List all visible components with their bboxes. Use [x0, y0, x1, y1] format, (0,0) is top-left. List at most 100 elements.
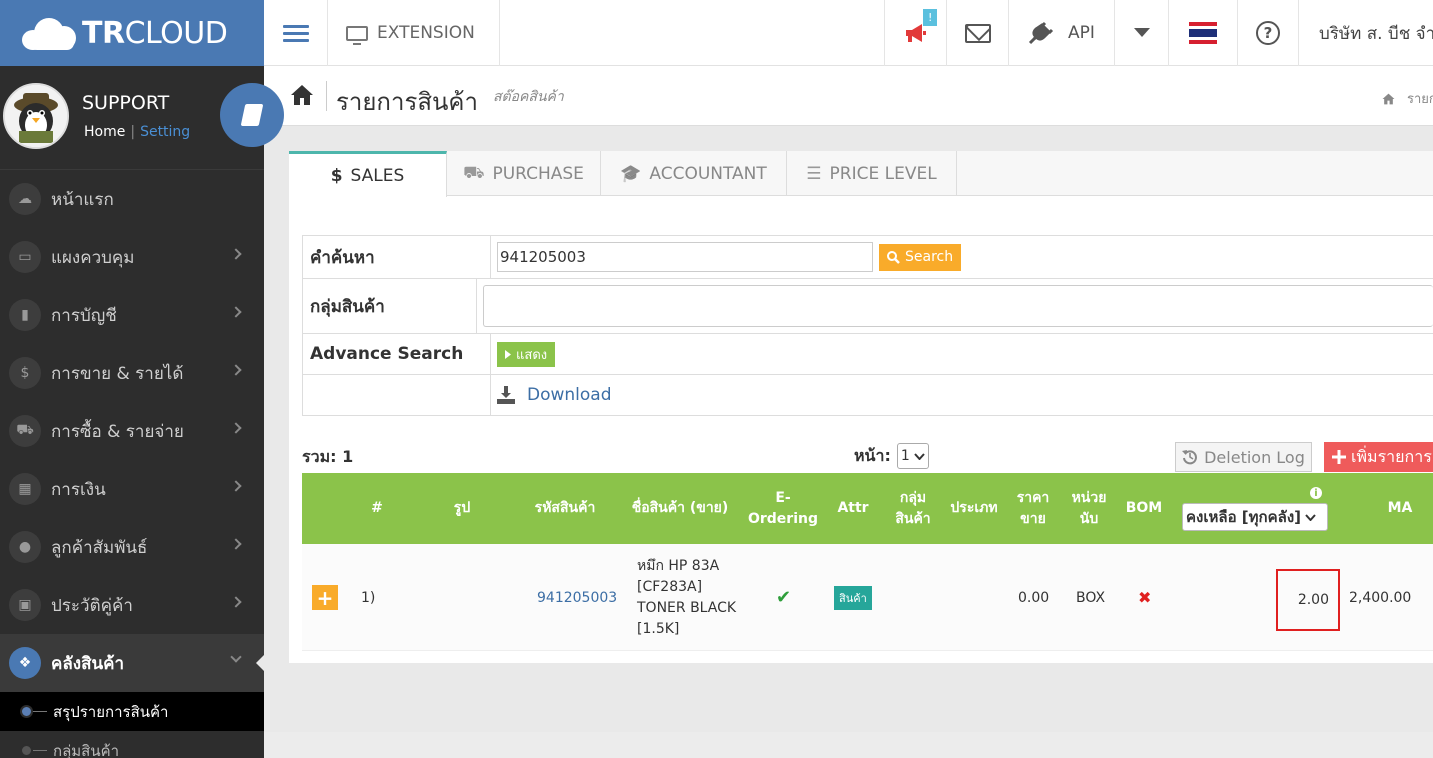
- expand-row-button[interactable]: +: [312, 585, 338, 610]
- caret-down-icon: [1133, 28, 1150, 37]
- breadcrumb-item[interactable]: รายการ: [1407, 88, 1433, 109]
- page-title: รายการสินค้า: [336, 88, 478, 116]
- plus-icon: [1332, 450, 1346, 464]
- download-label: Download: [527, 385, 612, 405]
- advance-search-label: Advance Search: [303, 334, 491, 374]
- brand-logo[interactable]: TRCLOUD: [0, 0, 264, 66]
- home-icon[interactable]: [290, 84, 314, 106]
- sidebar-subitem-product-summary[interactable]: สรุปรายการสินค้า: [0, 692, 264, 731]
- envelope-icon: [964, 23, 991, 43]
- announcement-button[interactable]: !: [884, 0, 946, 66]
- product-group-select[interactable]: [483, 285, 1433, 327]
- download-icon: [497, 386, 515, 404]
- search-button[interactable]: Search: [879, 243, 962, 271]
- user-name: SUPPORT: [82, 92, 170, 114]
- manual-button[interactable]: [220, 83, 284, 147]
- col-unit: หน่วยนับ: [1071, 489, 1107, 527]
- search-input[interactable]: [497, 242, 873, 272]
- calendar-icon: ▦: [9, 473, 41, 505]
- sidebar-item-label: การขาย & รายได้: [51, 363, 184, 384]
- add-product-button[interactable]: เพิ่มรายการ: [1324, 442, 1433, 472]
- tab-purchase[interactable]: ⛟ PURCHASE: [447, 151, 601, 196]
- api-button[interactable]: API: [1008, 0, 1114, 66]
- tab-price-level[interactable]: ☰ PRICE LEVEL: [787, 151, 957, 196]
- search-button-label: Search: [905, 249, 954, 265]
- caret-right-icon: [505, 349, 511, 359]
- sidebar-subitem-label: กลุ่มสินค้า: [53, 741, 120, 758]
- extension-button[interactable]: EXTENSION: [328, 0, 500, 66]
- tab-sales[interactable]: $ SALES: [289, 151, 447, 197]
- avatar: [3, 83, 69, 149]
- search-row: คำค้นหา Search: [303, 236, 1433, 279]
- page-value: 1: [900, 448, 910, 464]
- tree-line: [33, 711, 47, 712]
- dollar-icon: $: [330, 165, 343, 186]
- sidebar-subitem-label: สรุปรายการสินค้า: [53, 702, 169, 721]
- active-indicator: [256, 655, 264, 671]
- search-icon: [887, 250, 900, 264]
- sidebar-item-accounting[interactable]: ▮ การบัญชี: [0, 286, 264, 344]
- cart-icon: ⛟: [9, 415, 41, 447]
- page-select[interactable]: 1: [896, 443, 929, 469]
- table-row: + 1) 941205003 หมึก HP 83A [CF283A] TONE…: [302, 544, 1433, 651]
- sidebar-item-label: คลังสินค้า: [51, 653, 125, 674]
- col-name[interactable]: ชื่อสินค้า (ขาย): [630, 473, 730, 544]
- col-eordering: E-Ordering: [747, 489, 818, 527]
- chevron-right-icon: [230, 596, 242, 608]
- sidebar-subitem-product-group[interactable]: กลุ่มสินค้า: [0, 731, 264, 758]
- api-label: API: [1068, 23, 1095, 43]
- deletion-log-button[interactable]: Deletion Log: [1175, 442, 1312, 472]
- col-type: ประเภท: [950, 500, 998, 516]
- chevron-right-icon: [230, 422, 242, 434]
- address-book-icon: ▣: [9, 589, 41, 621]
- sidebar-item-finance[interactable]: ▦ การเงิน: [0, 460, 264, 518]
- brand-name: TRCLOUD: [82, 15, 228, 51]
- info-icon[interactable]: i: [1310, 487, 1322, 499]
- sidebar-item-home[interactable]: ☁ หน้าแรก: [0, 170, 264, 228]
- download-link[interactable]: Download: [497, 385, 612, 405]
- cloud-icon: ☁: [9, 183, 41, 215]
- messages-button[interactable]: [946, 0, 1008, 66]
- dollar-icon: $: [9, 357, 41, 389]
- home-link[interactable]: Home: [84, 124, 125, 140]
- chevron-down-icon: [914, 452, 925, 460]
- sidebar-item-crm[interactable]: ● ลูกค้าสัมพันธ์: [0, 518, 264, 576]
- tab-accountant[interactable]: 🎓 ACCOUNTANT: [601, 151, 787, 196]
- menu-toggle-button[interactable]: [264, 0, 328, 66]
- cross-icon: ✖: [1138, 588, 1152, 607]
- warehouse-stock-select[interactable]: คงเหลือ [ทุกคลัง]: [1182, 503, 1328, 531]
- language-button[interactable]: [1168, 0, 1237, 66]
- sale-price: 0.00: [1018, 589, 1050, 606]
- sidebar-item-inventory[interactable]: ❖ คลังสินค้า: [0, 634, 264, 692]
- chevron-right-icon: [230, 538, 242, 550]
- stock-remaining-highlight: 2.00: [1276, 569, 1340, 631]
- tab-label: ACCOUNTANT: [649, 163, 767, 184]
- bullet-icon: [20, 705, 33, 718]
- dropdown-toggle[interactable]: [1114, 0, 1168, 66]
- sidebar-item-label: แผงควบคุม: [51, 247, 135, 268]
- row-index: 1): [361, 589, 376, 606]
- product-type-badge: สินค้า: [834, 585, 872, 610]
- cloud-logo-icon: [22, 16, 78, 50]
- show-advance-button[interactable]: แสดง: [497, 341, 556, 367]
- graduation-cap-icon: 🎓: [620, 163, 642, 184]
- sidebar-item-partner-history[interactable]: ▣ ประวัติคู่ค้า: [0, 576, 264, 634]
- product-code-link[interactable]: 941205003: [537, 544, 617, 651]
- product-name: หมึก HP 83A [CF283A] TONER BLACK [1.5K]: [637, 557, 737, 637]
- header-divider: [326, 81, 327, 111]
- page-label: หน้า:: [854, 445, 891, 465]
- col-code[interactable]: รหัสสินค้า: [524, 473, 606, 544]
- monitor-icon: [346, 25, 368, 45]
- sidebar-item-label: การซื้อ & รายจ่าย: [51, 421, 184, 442]
- setting-link[interactable]: Setting: [140, 124, 190, 140]
- users-icon: ●: [9, 531, 41, 563]
- notification-badge: !: [923, 9, 938, 26]
- company-name[interactable]: บริษัท ส. บีช จำ: [1298, 0, 1433, 66]
- question-circle-icon: ?: [1256, 21, 1280, 45]
- sidebar-item-sales[interactable]: $ การขาย & รายได้: [0, 344, 264, 402]
- home-icon[interactable]: [1382, 93, 1395, 105]
- monitor-icon: ▭: [9, 241, 41, 273]
- sidebar-item-purchase[interactable]: ⛟ การซื้อ & รายจ่าย: [0, 402, 264, 460]
- sidebar-item-dashboard[interactable]: ▭ แผงควบคุม: [0, 228, 264, 286]
- help-button[interactable]: ?: [1237, 0, 1298, 66]
